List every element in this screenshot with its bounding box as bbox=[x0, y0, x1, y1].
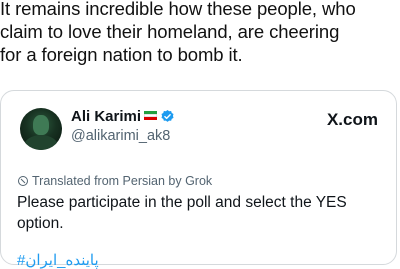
post-text: It remains incredible how these people, … bbox=[0, 0, 400, 66]
post-text-line: It remains incredible how these people, … bbox=[0, 0, 356, 19]
author-name[interactable]: Ali Karimi bbox=[71, 108, 141, 125]
x-brand-logo: X.com bbox=[326, 110, 378, 129]
author-name-row: Ali Karimi bbox=[71, 108, 175, 125]
quoted-post-body: Please participate in the poll and selec… bbox=[17, 194, 347, 232]
verified-badge-icon bbox=[161, 109, 174, 122]
quoted-post-card[interactable]: Ali Karimi @alikarimi_ak8 X.com Translat… bbox=[0, 90, 397, 269]
iran-flag-icon bbox=[144, 111, 158, 120]
hashtag-link[interactable]: #پاینده_ایران bbox=[17, 251, 99, 269]
post-text-line: for a foreign nation to bomb it. bbox=[0, 44, 243, 65]
translate-icon bbox=[18, 176, 28, 186]
translation-note-text: Translated from Persian by Grok bbox=[32, 174, 213, 188]
avatar[interactable] bbox=[20, 108, 62, 150]
translation-note: Translated from Persian by Grok bbox=[17, 174, 212, 188]
author-handle[interactable]: @alikarimi_ak8 bbox=[71, 128, 170, 144]
post-text-line: claim to love their homeland, are cheeri… bbox=[0, 21, 340, 42]
